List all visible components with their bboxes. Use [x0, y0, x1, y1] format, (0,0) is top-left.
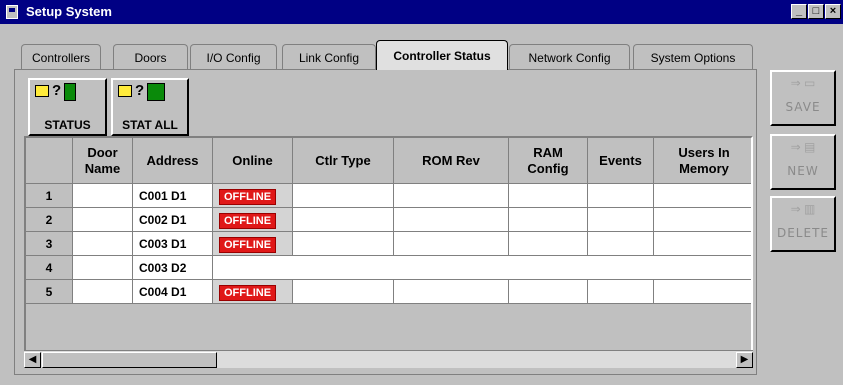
rom-rev-cell[interactable]: [394, 208, 509, 232]
close-button[interactable]: ×: [825, 4, 841, 19]
trash-icon: ⇒ ▥: [790, 202, 816, 216]
ctlr-type-cell[interactable]: [293, 232, 394, 256]
app-icon: [6, 5, 18, 19]
new-button-label: NEW: [787, 164, 819, 178]
events-cell[interactable]: [588, 208, 654, 232]
question-icon: ?: [135, 82, 145, 99]
online-cell[interactable]: OFFLINE: [213, 280, 293, 304]
row-number[interactable]: 3: [26, 232, 73, 256]
address-cell[interactable]: C001 D1: [133, 184, 213, 208]
online-cell[interactable]: OFFLINE: [213, 208, 293, 232]
col-header-door-name[interactable]: Door Name: [73, 138, 133, 184]
events-cell[interactable]: [588, 280, 654, 304]
door-name-cell[interactable]: [73, 208, 133, 232]
offline-badge: OFFLINE: [219, 237, 277, 253]
controllers-icon: [147, 83, 165, 101]
ctlr-type-cell[interactable]: [293, 280, 394, 304]
window-title: Setup System: [26, 4, 112, 19]
tab-controllers[interactable]: Controllers: [21, 44, 101, 70]
events-cell[interactable]: [588, 184, 654, 208]
users-in-memory-cell[interactable]: [654, 232, 751, 256]
question-icon: ?: [52, 82, 62, 99]
scroll-thumb[interactable]: [42, 352, 217, 368]
door-name-cell[interactable]: [73, 184, 133, 208]
delete-button-label: DELETE: [776, 226, 829, 240]
rom-rev-cell[interactable]: [394, 184, 509, 208]
computer-icon: [118, 85, 132, 97]
row-number[interactable]: 1: [26, 184, 73, 208]
tab-link-config[interactable]: Link Config: [282, 44, 376, 70]
title-bar: Setup System _ □ ×: [0, 0, 843, 24]
ctlr-type-cell[interactable]: [293, 184, 394, 208]
computer-icon: [35, 85, 49, 97]
col-header-events[interactable]: Events: [588, 138, 654, 184]
tab-controller-status[interactable]: Controller Status: [376, 40, 508, 70]
status-button-label: STATUS: [44, 118, 91, 132]
scroll-right-arrow-icon[interactable]: ▶: [736, 352, 753, 368]
col-header-ram-config[interactable]: RAM Config: [509, 138, 588, 184]
offline-badge: OFFLINE: [219, 213, 277, 229]
ram-config-cell[interactable]: [509, 184, 588, 208]
tab-doors[interactable]: Doors: [113, 44, 188, 70]
door-name-cell[interactable]: [73, 256, 133, 280]
online-cell[interactable]: [213, 256, 751, 280]
offline-badge: OFFLINE: [219, 285, 277, 301]
door-name-cell[interactable]: [73, 280, 133, 304]
col-header-address[interactable]: Address: [133, 138, 213, 184]
rom-rev-cell[interactable]: [394, 232, 509, 256]
controller-status-grid[interactable]: Door Name Address Online Ctlr Type ROM R…: [24, 136, 753, 366]
minimize-button[interactable]: _: [791, 4, 807, 19]
scroll-left-arrow-icon[interactable]: ◀: [24, 352, 41, 368]
maximize-button[interactable]: □: [808, 4, 824, 19]
ram-config-cell[interactable]: [509, 232, 588, 256]
row-number[interactable]: 4: [26, 256, 73, 280]
tab-system-options[interactable]: System Options: [633, 44, 753, 70]
ctlr-type-cell[interactable]: [293, 208, 394, 232]
stat-all-button[interactable]: ? STAT ALL: [111, 78, 189, 136]
save-button[interactable]: ⇒ ▭ SAVE: [770, 70, 836, 126]
ram-config-cell[interactable]: [509, 280, 588, 304]
online-cell[interactable]: OFFLINE: [213, 184, 293, 208]
horizontal-scrollbar[interactable]: ◀ ▶: [24, 350, 753, 368]
users-in-memory-cell[interactable]: [654, 184, 751, 208]
new-button[interactable]: ⇒ ▤ NEW: [770, 134, 836, 190]
status-button[interactable]: ? STATUS: [28, 78, 107, 136]
col-header-users-in-memory[interactable]: Users In Memory: [654, 138, 751, 184]
rom-rev-cell[interactable]: [394, 280, 509, 304]
new-document-icon: ⇒ ▤: [790, 140, 816, 154]
address-cell[interactable]: C003 D1: [133, 232, 213, 256]
grid-corner: [26, 138, 73, 184]
address-cell[interactable]: C003 D2: [133, 256, 213, 280]
col-header-rom-rev[interactable]: ROM Rev: [394, 138, 509, 184]
offline-badge: OFFLINE: [219, 189, 277, 205]
controller-icon: [64, 83, 76, 101]
tab-io-config[interactable]: I/O Config: [190, 44, 277, 70]
address-cell[interactable]: C004 D1: [133, 280, 213, 304]
tab-network-config[interactable]: Network Config: [509, 44, 630, 70]
save-button-label: SAVE: [785, 100, 821, 114]
users-in-memory-cell[interactable]: [654, 280, 751, 304]
row-number[interactable]: 2: [26, 208, 73, 232]
col-header-online[interactable]: Online: [213, 138, 293, 184]
save-icon: ⇒ ▭: [790, 76, 816, 90]
ram-config-cell[interactable]: [509, 208, 588, 232]
events-cell[interactable]: [588, 232, 654, 256]
online-cell[interactable]: OFFLINE: [213, 232, 293, 256]
door-name-cell[interactable]: [73, 232, 133, 256]
users-in-memory-cell[interactable]: [654, 208, 751, 232]
delete-button[interactable]: ⇒ ▥ DELETE: [770, 196, 836, 252]
stat-all-button-label: STAT ALL: [122, 118, 178, 132]
row-number[interactable]: 5: [26, 280, 73, 304]
col-header-ctlr-type[interactable]: Ctlr Type: [293, 138, 394, 184]
address-cell[interactable]: C002 D1: [133, 208, 213, 232]
